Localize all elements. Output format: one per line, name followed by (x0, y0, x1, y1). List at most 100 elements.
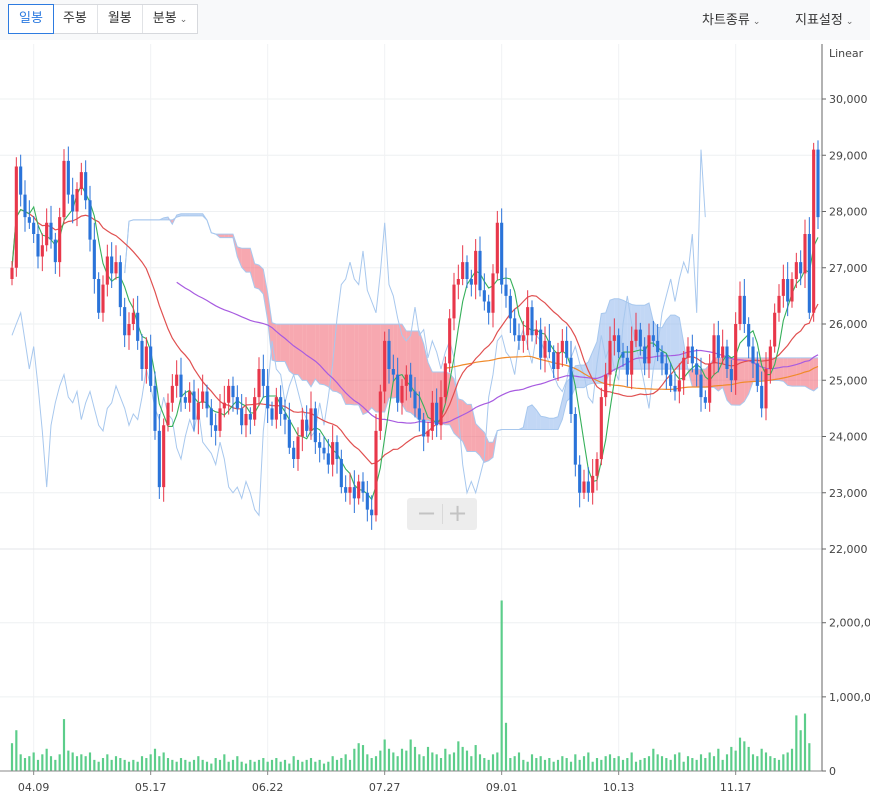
ichimoku-cloud-segment (276, 324, 281, 362)
candle-body (604, 374, 608, 398)
candle-body (422, 419, 426, 437)
volume-bar (478, 754, 482, 771)
time-tick-label: 05.17 (135, 781, 167, 794)
candle-body (326, 453, 330, 465)
volume-bar (743, 741, 746, 771)
candle-body (582, 481, 586, 493)
candle-body (530, 307, 534, 336)
ichimoku-cloud-segment (805, 357, 810, 389)
volume-bar (647, 756, 651, 771)
candle-body (573, 414, 577, 465)
ichimoku-cloud-segment (345, 324, 350, 405)
price-tick-label: 22,000 (829, 543, 868, 556)
volume-bar (717, 748, 720, 771)
ichimoku-cloud-segment (350, 324, 355, 405)
candle-body (266, 385, 270, 409)
candle-body (322, 447, 326, 454)
volume-bar (461, 746, 464, 771)
ichimoku-cloud-segment (224, 234, 229, 238)
candle-body (75, 189, 79, 212)
volume-bar (790, 748, 794, 771)
volume-bar (314, 761, 317, 771)
candle-body (716, 335, 720, 358)
volume-bar (474, 745, 477, 771)
volume-bar (652, 748, 655, 771)
time-tick-label: 04.09 (18, 781, 50, 794)
candle-body (396, 374, 400, 403)
candle-body (227, 385, 231, 403)
candle-body (144, 346, 148, 369)
ichimoku-cloud-segment (475, 423, 480, 456)
candle-body (682, 357, 686, 381)
candle-body (244, 414, 248, 426)
ichimoku-cloud-segment (246, 248, 251, 273)
candle-body (617, 335, 621, 353)
volume-bar (604, 756, 607, 771)
ichimoku-cloud-segment (471, 404, 476, 452)
price-chart[interactable]: Linear 30,000 29,000 28,000 27,000 26,000 25,0… (0, 0, 870, 800)
volume-bar (803, 713, 807, 771)
volume-bar (353, 748, 356, 771)
ichimoku-cloud-segment (406, 331, 411, 413)
volume-bar (374, 756, 378, 771)
volume-bar (695, 759, 698, 771)
candle-body (105, 256, 109, 285)
candle-body (378, 391, 382, 431)
volume-bar (487, 759, 490, 771)
volume-bar (543, 759, 547, 771)
volume-bar (535, 758, 538, 771)
candle-body (534, 329, 538, 336)
candle-body (71, 194, 75, 212)
candle-body (374, 430, 378, 516)
volume-bar (158, 756, 161, 771)
volume-bar (656, 754, 659, 771)
volume-bar (504, 722, 508, 771)
candle-body (482, 290, 486, 302)
volume-bar (448, 754, 451, 771)
candle-body (88, 200, 92, 240)
candle-body (318, 442, 322, 448)
candle-body (183, 397, 187, 403)
volume-bar (227, 761, 230, 771)
volume-bar (249, 759, 252, 771)
volume-bar (88, 752, 92, 771)
volume-bar (465, 750, 469, 771)
candle-body (526, 307, 530, 336)
volume-bar (348, 759, 352, 771)
candle-body (569, 357, 573, 414)
ichimoku-cloud-segment (792, 357, 797, 387)
volume-bar (253, 761, 256, 771)
volume-bar (617, 756, 620, 771)
volume-bar (522, 759, 525, 771)
zoom-out-button[interactable]: − (412, 499, 442, 529)
candle-body (703, 397, 707, 403)
time-tick-label: 06.22 (252, 781, 284, 794)
candle-body (357, 481, 361, 499)
candle-body (734, 324, 738, 381)
candle-body (136, 312, 140, 341)
volume-bar (517, 752, 521, 771)
volume-tick-label: 1,000,000 (829, 691, 870, 704)
candle-body (114, 262, 118, 274)
candle-body (248, 414, 252, 420)
ichimoku-cloud-segment (289, 324, 294, 375)
candle-body (383, 340, 387, 392)
candle-body (625, 357, 629, 375)
volume-bar (400, 748, 404, 771)
candle-body (110, 256, 114, 274)
zoom-in-button[interactable]: + (443, 499, 473, 529)
candle-body (313, 408, 317, 443)
candle-body (764, 369, 768, 409)
candle-body (816, 149, 820, 218)
volume-bar (197, 756, 200, 771)
volume-bar (379, 750, 382, 771)
candle-body (209, 408, 213, 426)
volume-bar (760, 748, 763, 771)
candle-body (270, 408, 274, 420)
candle-body (634, 329, 638, 341)
candle-body (786, 279, 790, 302)
time-tick-label: 09.01 (486, 781, 518, 794)
volume-bar (730, 746, 733, 771)
candle-body (404, 374, 408, 386)
candle-body (339, 459, 343, 488)
